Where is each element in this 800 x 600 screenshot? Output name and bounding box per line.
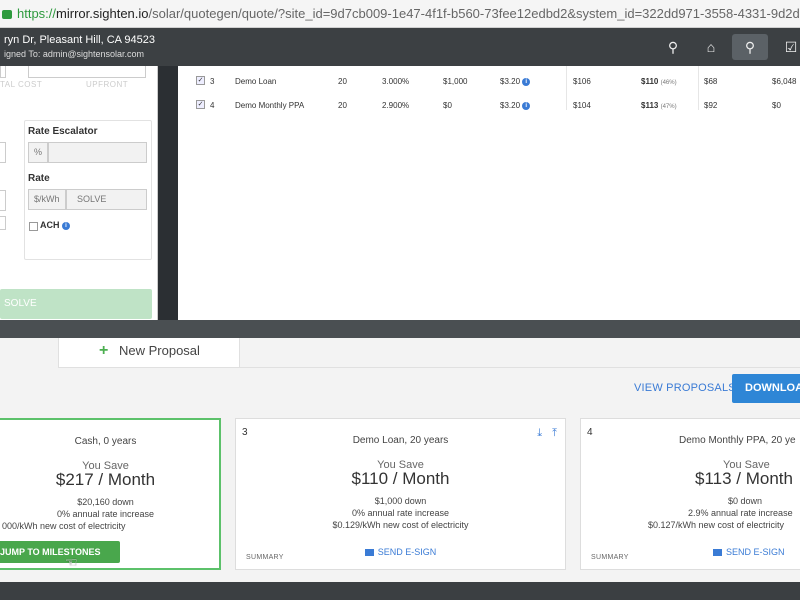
new-proposal-label: New Proposal [119, 343, 200, 358]
partial-input[interactable] [0, 190, 6, 211]
row-ppw-value: $3.20 [500, 101, 521, 110]
row-checkbox[interactable]: ✓ [196, 76, 205, 85]
percent-unit: % [28, 142, 48, 163]
mouse-cursor-icon: ☜ [65, 554, 78, 570]
partial-input[interactable] [0, 142, 6, 163]
table-row[interactable]: ✓ 3 Demo Loan 20 3.000% $1,000 $3.20 i $… [178, 70, 800, 92]
rate-escalator-label: Rate Escalator [28, 126, 98, 137]
lock-icon [2, 10, 12, 20]
rate-increase: 0% annual rate increase [56, 509, 155, 519]
rate-increase: 2.9% annual rate increase [688, 508, 793, 518]
row-c2-value: $113 [641, 101, 659, 110]
row-c2: $113 (47%) [641, 101, 677, 110]
row-checkbox[interactable]: ✓ [196, 100, 205, 109]
financing-form-panel: TAL COST UPFRONT Rate Escalator % Rate $… [0, 66, 158, 320]
row-ppw: $3.20 i [500, 77, 531, 86]
row-c4: $6,048 [772, 77, 797, 86]
row-ppw-value: $3.20 [500, 77, 521, 86]
solve-button[interactable]: SOLVE [0, 289, 152, 319]
download-button[interactable]: DOWNLOA [732, 374, 800, 403]
row-c2-pct: (47%) [660, 104, 677, 110]
row-c4: $0 [772, 101, 781, 110]
proposal-card-ppa[interactable]: 4 Demo Monthly PPA, 20 ye You Save $113 … [580, 418, 800, 570]
send-esign-label: SEND E-SIGN [377, 547, 437, 557]
tab-divider [240, 367, 800, 368]
row-c2: $110 (46%) [641, 77, 677, 86]
info-icon[interactable]: i [62, 221, 71, 230]
address-text: ryn Dr, Pleasant Hill, CA 94523 [4, 34, 156, 46]
site-address: ryn Dr, Pleasant Hill, CA 94523 igned To… [4, 33, 155, 61]
table-row[interactable]: ✓ 4 Demo Monthly PPA 20 2.900% $0 $3.20 … [178, 94, 800, 116]
send-esign-link[interactable]: SEND E-SIGN [236, 547, 565, 557]
app-header: ryn Dr, Pleasant Hill, CA 94523 igned To… [0, 28, 800, 66]
row-down: $1,000 [443, 77, 468, 86]
rate-increase: 0% annual rate increase [351, 508, 450, 518]
down-payment: $20,160 down [77, 497, 134, 507]
card-title: Demo Loan, 20 years [352, 435, 449, 446]
upfront-label: UPFRONT [86, 80, 129, 89]
new-proposal-tab[interactable]: + New Proposal [58, 338, 240, 368]
rate-label: Rate [28, 173, 50, 184]
jump-to-milestones-button[interactable]: JUMP TO MILESTONES [0, 541, 120, 563]
monthly-savings: $110 / Month [351, 469, 450, 488]
proposal-card-loan[interactable]: 3 ⤓ ⤒ Demo Loan, 20 years You Save $110 /… [235, 418, 566, 570]
url-host: mirror.sighten.io [56, 6, 149, 21]
background-strip [0, 582, 800, 600]
map-pin-icon[interactable]: ⚲ [660, 34, 686, 60]
row-term: 20 [338, 77, 347, 86]
ach-label: ACH i [40, 220, 71, 230]
info-icon[interactable]: i [522, 77, 531, 86]
row-number: 3 [210, 77, 215, 86]
partial-input[interactable] [0, 66, 6, 78]
plus-icon: + [99, 342, 109, 359]
row-rate: 2.900% [382, 101, 410, 110]
proposal-card-cash[interactable]: Cash, 0 years You Save $217 / Month $20,… [0, 418, 221, 570]
row-rate: 3.000% [382, 77, 410, 86]
row-term: 20 [338, 101, 347, 110]
ach-label-text: ACH [40, 220, 60, 230]
row-number: 4 [210, 101, 215, 110]
url-protocol: https:// [17, 6, 57, 21]
envelope-icon [364, 549, 374, 557]
down-payment: $0 down [728, 496, 763, 506]
financing-table: ✓ 3 Demo Loan 20 3.000% $1,000 $3.20 i $… [178, 66, 800, 320]
partial-input[interactable] [28, 66, 146, 78]
row-c1: $104 [573, 101, 591, 110]
row-c1: $106 [573, 77, 591, 86]
electricity-cost: $0.127/kWh new cost of electricity [648, 520, 785, 530]
partial-input[interactable] [0, 216, 6, 230]
card-title: Cash, 0 years [74, 436, 137, 447]
electricity-cost: 000/kWh new cost of electricity [2, 521, 126, 531]
row-name: Demo Loan [235, 77, 277, 86]
down-payment: $1,000 down [374, 496, 427, 506]
row-c3: $68 [704, 77, 718, 86]
electricity-cost: $0.129/kWh new cost of electricity [332, 520, 469, 530]
card-title: Demo Monthly PPA, 20 ye [679, 435, 796, 446]
info-icon[interactable]: i [522, 101, 531, 110]
rate-input[interactable]: SOLVE [66, 189, 147, 210]
row-name: Demo Monthly PPA [235, 101, 305, 110]
send-esign-label: SEND E-SIGN [726, 547, 785, 557]
send-esign-link[interactable]: SEND E-SIGN [581, 547, 800, 557]
rate-unit: $/kWh [28, 189, 66, 210]
home-icon[interactable]: ⌂ [698, 34, 724, 60]
background-strip [0, 320, 800, 338]
monthly-savings: $113 / Month [695, 469, 793, 488]
tag-icon[interactable]: ⚲ [732, 34, 768, 60]
address-bar[interactable]: https://mirror.sighten.io/solar/quotegen… [0, 0, 800, 28]
monthly-savings: $217 / Month [55, 470, 156, 489]
row-c2-pct: (46%) [660, 80, 677, 86]
ach-checkbox[interactable] [29, 222, 38, 231]
row-c2-value: $110 [641, 77, 659, 86]
row-ppw: $3.20 i [500, 101, 531, 110]
total-cost-label: TAL COST [0, 80, 43, 89]
envelope-icon [713, 549, 722, 557]
view-proposals-link[interactable]: VIEW PROPOSALS [634, 382, 736, 394]
checkbox-icon[interactable]: ☑ [778, 34, 800, 60]
row-c3: $92 [704, 101, 718, 110]
assigned-to: igned To: admin@sightensolar.com [4, 49, 145, 59]
rate-escalator-input[interactable] [48, 142, 147, 163]
url-path: /solar/quotegen/quote/?site_id=9d7cb009-… [148, 6, 800, 21]
row-down: $0 [443, 101, 452, 110]
